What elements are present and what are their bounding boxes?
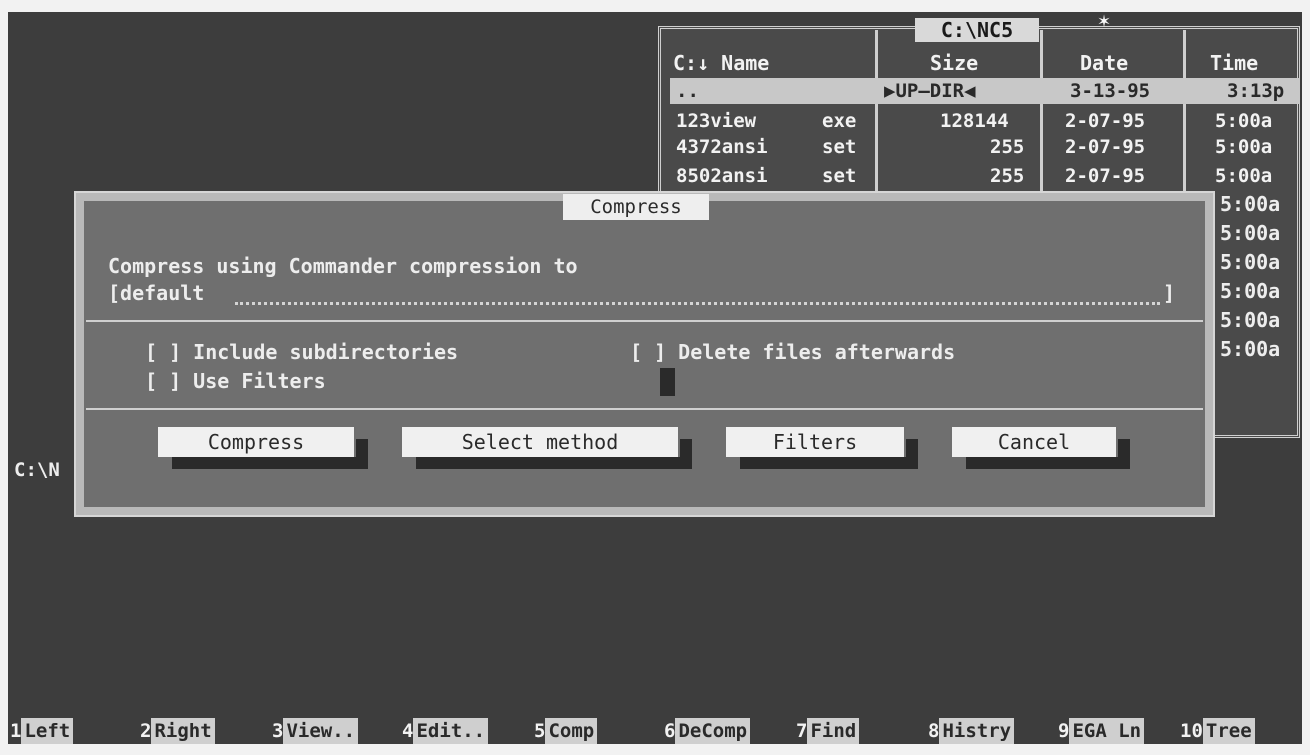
fkey-label: Find — [807, 718, 860, 744]
destination-field[interactable] — [235, 292, 1160, 305]
fkey-number: 6 — [664, 720, 676, 742]
file-time: 5:00a — [1220, 337, 1281, 361]
button-shadow — [172, 457, 368, 469]
compress-prompt-label: Compress using Commander compression to — [108, 254, 578, 278]
file-time: 5:00a — [1215, 110, 1273, 132]
button-shadow — [906, 439, 918, 469]
command-prompt: C:\N — [14, 459, 60, 481]
include-subdirectories-checkbox[interactable]: [ ] Include subdirectories — [145, 340, 458, 364]
delete-files-afterwards-checkbox[interactable]: [ ] Delete files afterwards — [630, 340, 955, 364]
fkey-label: Tree — [1202, 718, 1255, 744]
select-method-button[interactable]: Select method — [402, 427, 678, 457]
fkey-number: 4 — [402, 720, 414, 742]
compress-button[interactable]: Compress — [158, 427, 354, 457]
fkey-number: 8 — [928, 720, 940, 742]
file-time: 5:00a — [1215, 136, 1273, 158]
fkey-label: Left — [21, 718, 74, 744]
button-shadow — [680, 439, 692, 469]
fkey-number: 9 — [1058, 720, 1070, 742]
filters-button[interactable]: Filters — [726, 427, 904, 457]
file-size: 255 — [990, 136, 1025, 158]
fkey-number: 2 — [140, 720, 152, 742]
file-date: 2-07-95 — [1065, 165, 1146, 187]
button-shadow — [416, 457, 692, 469]
fkey-label: View.. — [283, 718, 359, 744]
file-row[interactable]: 4372ansi set 255 2-07-95 5:00a — [670, 134, 1300, 160]
file-name: 8502ansi — [676, 165, 768, 187]
fkey-label: DeComp — [675, 718, 751, 744]
fkey-3[interactable]: 3 View.. — [272, 718, 359, 744]
fkey-number: 1 — [10, 720, 22, 742]
fkey-label: Right — [151, 718, 215, 744]
file-time: 5:00a — [1220, 279, 1281, 303]
file-time: 5:00a — [1220, 308, 1281, 332]
file-size: 255 — [990, 165, 1025, 187]
column-header-size[interactable]: Size — [930, 50, 978, 76]
dialog-divider — [86, 408, 1203, 410]
column-header-date[interactable]: Date — [1080, 50, 1128, 76]
fkey-label: EGA Ln — [1069, 718, 1145, 744]
fkey-8[interactable]: 8 Histry — [928, 718, 1015, 744]
file-row-updir[interactable]: .. ▶UP—DIR◀ 3-13-95 3:13p — [670, 78, 1300, 104]
photo-glare: ✶ — [1098, 8, 1111, 32]
column-header-name[interactable]: C:↓ Name — [673, 50, 769, 76]
file-name: 4372ansi — [676, 136, 768, 158]
fkey-5[interactable]: 5 Comp — [534, 718, 598, 744]
file-time: 5:00a — [1220, 192, 1281, 216]
dialog-divider — [86, 320, 1203, 322]
dialog-title: Compress — [563, 194, 709, 220]
fkey-6[interactable]: 6 DeComp — [664, 718, 751, 744]
fkey-label: Comp — [545, 718, 598, 744]
destination-field-value[interactable]: [default — [108, 281, 204, 305]
fkey-number: 3 — [272, 720, 284, 742]
cancel-button[interactable]: Cancel — [952, 427, 1116, 457]
text-cursor — [660, 368, 675, 396]
function-key-bar: 1 Left 2 Right 3 View.. 4 Edit.. 5 Comp 6 DeCo… — [10, 718, 1300, 744]
fkey-7[interactable]: 7 Find — [796, 718, 860, 744]
fkey-number: 7 — [796, 720, 808, 742]
file-time: 5:00a — [1220, 250, 1281, 274]
file-date: 2-07-95 — [1065, 110, 1146, 132]
column-header-time[interactable]: Time — [1210, 50, 1258, 76]
file-time: 5:00a — [1215, 165, 1273, 187]
file-size: 128144 — [940, 110, 1009, 132]
file-ext: set — [822, 165, 857, 187]
fkey-label: Histry — [939, 718, 1015, 744]
file-date: 3-13-95 — [1070, 80, 1151, 102]
file-time: 3:13p — [1227, 80, 1285, 102]
file-ext: exe — [822, 110, 857, 132]
fkey-10[interactable]: 10 Tree — [1180, 718, 1255, 744]
fkey-number: 10 — [1180, 720, 1203, 742]
destination-field-end: ] — [1163, 281, 1176, 305]
file-ext: set — [822, 136, 857, 158]
file-date: 2-07-95 — [1065, 136, 1146, 158]
file-name: .. — [676, 80, 699, 102]
fkey-2[interactable]: 2 Right — [140, 718, 215, 744]
file-row[interactable]: 8502ansi set 255 2-07-95 5:00a — [670, 163, 1300, 189]
file-size: ▶UP—DIR◀ — [884, 80, 976, 102]
fkey-number: 5 — [534, 720, 546, 742]
button-shadow — [356, 439, 368, 469]
fkey-9[interactable]: 9 EGA Ln — [1058, 718, 1145, 744]
panel-path-title: C:\NC5 — [915, 18, 1039, 42]
button-shadow — [966, 457, 1130, 469]
file-row[interactable]: 123view exe 128144 2-07-95 5:00a — [670, 108, 1300, 134]
fkey-1[interactable]: 1 Left — [10, 718, 74, 744]
file-name: 123view — [676, 110, 757, 132]
file-time: 5:00a — [1220, 221, 1281, 245]
fkey-4[interactable]: 4 Edit.. — [402, 718, 489, 744]
button-shadow — [1118, 439, 1130, 469]
button-shadow — [740, 457, 918, 469]
use-filters-checkbox[interactable]: [ ] Use Filters — [145, 369, 326, 393]
fkey-label: Edit.. — [413, 718, 489, 744]
